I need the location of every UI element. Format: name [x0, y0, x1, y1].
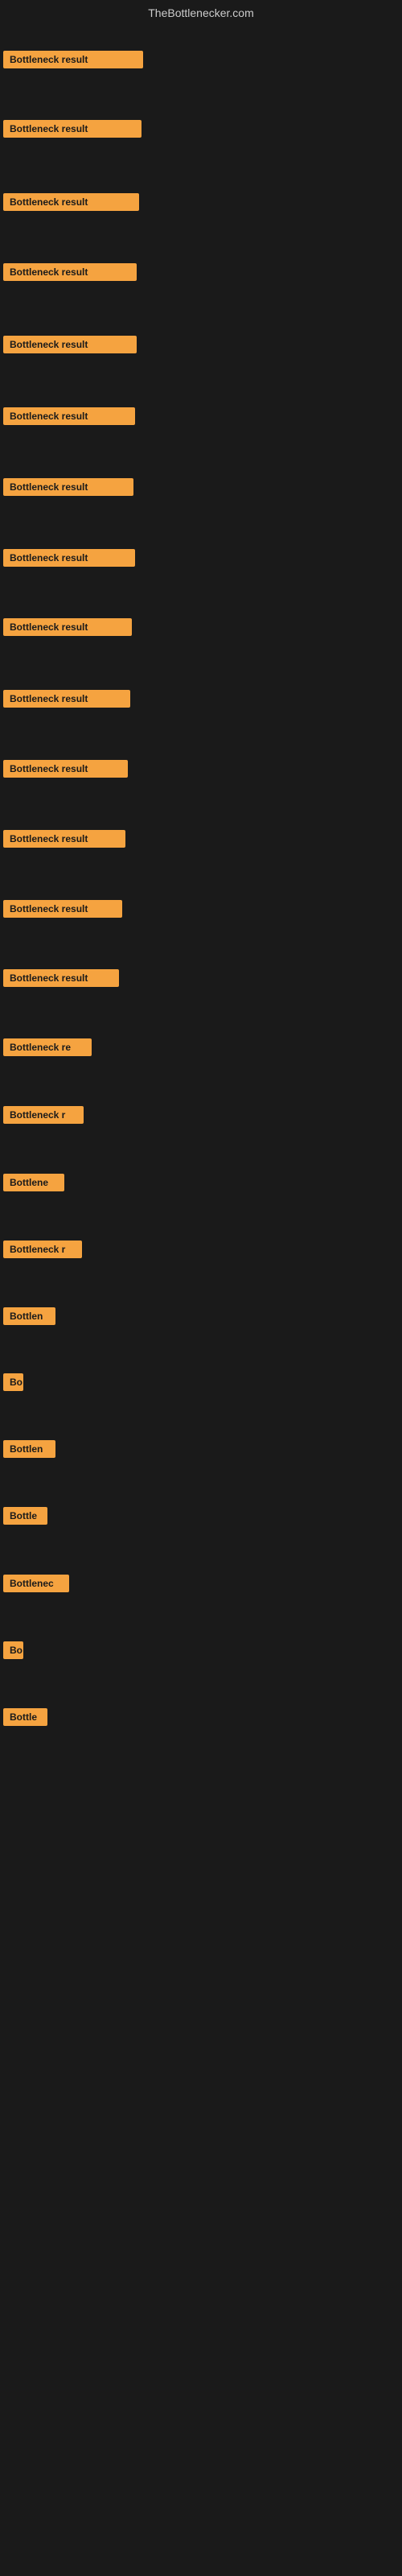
site-header: TheBottlenecker.com: [0, 0, 402, 23]
result-row: Bottleneck result: [0, 685, 133, 716]
bottleneck-result-label[interactable]: Bottleneck result: [3, 478, 133, 496]
bottleneck-result-label[interactable]: Bottleneck result: [3, 830, 125, 848]
result-row: Bottleneck r: [0, 1101, 87, 1133]
bottleneck-result-label[interactable]: Bottlen: [3, 1307, 55, 1325]
bottleneck-result-label[interactable]: Bottle: [3, 1708, 47, 1726]
result-row: Bo: [0, 1637, 27, 1668]
bottleneck-result-label[interactable]: Bottleneck result: [3, 618, 132, 636]
result-row: Bottleneck result: [0, 825, 129, 857]
bottleneck-result-label[interactable]: Bottleneck result: [3, 120, 142, 138]
bottleneck-result-label[interactable]: Bottleneck result: [3, 263, 137, 281]
result-row: Bottleneck result: [0, 331, 140, 362]
result-row: Bottlenec: [0, 1570, 72, 1601]
result-row: Bottleneck result: [0, 258, 140, 290]
result-row: Bottlen: [0, 1302, 59, 1334]
result-row: Bottleneck result: [0, 613, 135, 645]
bottleneck-result-label[interactable]: Bottleneck result: [3, 51, 143, 68]
bottleneck-result-label[interactable]: Bottlen: [3, 1440, 55, 1458]
bottleneck-result-label[interactable]: Bottlenec: [3, 1575, 69, 1592]
bottleneck-result-label[interactable]: Bottleneck re: [3, 1038, 92, 1056]
result-row: Bottleneck re: [0, 1034, 95, 1065]
bottleneck-result-label[interactable]: Bottleneck result: [3, 760, 128, 778]
bottleneck-result-label[interactable]: Bottleneck result: [3, 193, 139, 211]
result-row: Bottlen: [0, 1435, 59, 1467]
bottleneck-result-label[interactable]: Bottleneck result: [3, 407, 135, 425]
result-row: Bottleneck result: [0, 473, 137, 505]
bottleneck-result-label[interactable]: Bo: [3, 1373, 23, 1391]
result-row: Bottleneck result: [0, 895, 125, 927]
bottleneck-result-label[interactable]: Bottleneck result: [3, 336, 137, 353]
bottleneck-result-label[interactable]: Bo: [3, 1641, 23, 1659]
bottleneck-result-label[interactable]: Bottle: [3, 1507, 47, 1525]
site-title: TheBottlenecker.com: [0, 0, 402, 23]
result-row: Bottleneck result: [0, 964, 122, 996]
result-row: Bottleneck r: [0, 1236, 85, 1267]
bottleneck-result-label[interactable]: Bottleneck result: [3, 900, 122, 918]
result-row: Bottleneck result: [0, 402, 138, 434]
result-row: Bottlene: [0, 1169, 68, 1200]
result-row: Bottleneck result: [0, 115, 145, 147]
result-row: Bo: [0, 1368, 27, 1400]
bottleneck-result-label[interactable]: Bottleneck r: [3, 1106, 84, 1124]
bottleneck-result-label[interactable]: Bottleneck r: [3, 1241, 82, 1258]
result-row: Bottleneck result: [0, 544, 138, 576]
result-row: Bottleneck result: [0, 46, 146, 77]
result-row: Bottleneck result: [0, 188, 142, 220]
result-row: Bottle: [0, 1703, 51, 1735]
result-row: Bottleneck result: [0, 755, 131, 786]
bottleneck-result-label[interactable]: Bottlene: [3, 1174, 64, 1191]
bottleneck-result-label[interactable]: Bottleneck result: [3, 549, 135, 567]
bottleneck-result-label[interactable]: Bottleneck result: [3, 969, 119, 987]
bottleneck-result-label[interactable]: Bottleneck result: [3, 690, 130, 708]
result-row: Bottle: [0, 1502, 51, 1534]
